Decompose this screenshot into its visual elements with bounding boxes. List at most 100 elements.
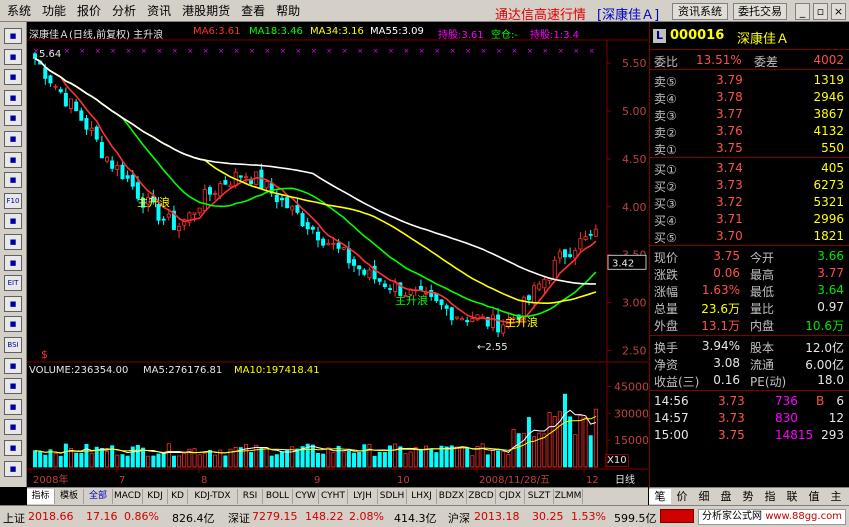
close-button[interactable]: ×	[831, 3, 846, 20]
chart-canvas[interactable]: 5.505.004.504.003.503.002.503.42××××××××…	[27, 22, 648, 487]
toolbar-window-icon[interactable]: ■	[4, 316, 22, 333]
toolbar-tick-icon[interactable]: ■	[4, 131, 22, 147]
menu-6[interactable]: 查看	[236, 3, 270, 19]
volume-bar	[321, 453, 326, 468]
right-tab-2[interactable]: 细	[693, 489, 715, 504]
tab-kd[interactable]: KD	[168, 489, 188, 504]
fund-label-2: 流通	[750, 358, 775, 372]
tab-kdj-tdx[interactable]: KDJ-TDX	[188, 489, 238, 504]
right-tab-8[interactable]: 主	[825, 489, 847, 504]
high-price-label: 5.64	[39, 49, 62, 60]
right-tab-1[interactable]: 价	[671, 489, 693, 504]
tab-指标[interactable]: 指标	[27, 489, 55, 504]
toolbar-bsi-icon[interactable]: BSI	[4, 337, 22, 353]
menu-1[interactable]: 功能	[37, 3, 71, 19]
sh-label: 上证	[3, 512, 25, 525]
toolbar-tools-icon[interactable]: ■	[4, 419, 22, 436]
l-badge-icon: L	[653, 29, 666, 43]
trade-button[interactable]: 委托交易	[733, 3, 787, 20]
volume-bar	[454, 446, 459, 468]
low-price-label: ←2.55	[477, 342, 508, 353]
tab-zbcd[interactable]: ZBCD	[467, 489, 496, 504]
ma34-legend: MA34:3.16	[310, 26, 364, 37]
candle-body	[393, 282, 398, 292]
tick-time: 14:57	[654, 411, 689, 425]
right-tab-3[interactable]: 盘	[715, 489, 737, 504]
tab-lhxj[interactable]: LHXJ	[407, 489, 437, 504]
signal-marker: ×	[434, 47, 440, 55]
toolbar-chart-icon[interactable]: ■	[4, 295, 22, 312]
right-tab-5[interactable]: 指	[759, 489, 781, 504]
menu-7[interactable]: 帮助	[271, 3, 305, 19]
toolbar-eit-icon[interactable]: EIT	[4, 275, 22, 292]
menu-4[interactable]: 资讯	[142, 3, 176, 19]
tab-sdlh[interactable]: SDLH	[378, 489, 407, 504]
volume-bar	[403, 453, 408, 468]
sell-label: 卖②	[654, 126, 677, 140]
toolbar-grid-icon[interactable]: ■	[4, 28, 22, 44]
candle-body	[192, 212, 197, 215]
right-tab-6[interactable]: 联	[781, 489, 803, 504]
toolbar-link-icon[interactable]: ■	[4, 378, 22, 395]
hs-change: 30.25	[532, 510, 564, 523]
buy-price: 3.73	[716, 178, 743, 192]
tab-macd[interactable]: MACD	[113, 489, 143, 504]
toolbar-pen-icon[interactable]: ■	[4, 357, 22, 374]
signal-marker: ×	[589, 47, 595, 55]
divider	[650, 335, 849, 336]
volume-bar	[264, 447, 269, 468]
kline-chart[interactable]: 5.505.004.504.003.503.002.503.42××××××××…	[27, 22, 648, 487]
tab-rsi[interactable]: RSI	[238, 489, 263, 504]
fund-value-2: 6.00亿	[805, 358, 844, 372]
fund-label-2: PE(动)	[750, 375, 787, 389]
minimize-button[interactable]: _	[795, 3, 810, 20]
stat-label-2: 最低	[750, 285, 775, 299]
candle-body	[202, 189, 207, 211]
toolbar-flag-icon[interactable]: ■	[4, 460, 22, 477]
toolbar-notes-icon[interactable]: ■	[4, 151, 22, 168]
menu-3[interactable]: 分析	[107, 3, 141, 19]
toolbar-layout-icon[interactable]: ■	[4, 254, 22, 271]
toolbar-search-icon[interactable]: ■	[4, 172, 22, 189]
tab-bdzx[interactable]: BDZX	[437, 489, 467, 504]
tab-cjdx[interactable]: CJDX	[496, 489, 525, 504]
fund-value-2: 18.0	[817, 373, 844, 387]
toolbar-text-icon[interactable]: ■	[4, 234, 22, 250]
volume-bar	[444, 446, 449, 468]
menu-0[interactable]: 系统	[2, 3, 36, 19]
menu-2[interactable]: 报价	[72, 3, 106, 19]
volume-bar	[58, 455, 63, 468]
toolbar-info-icon[interactable]: ■	[4, 213, 22, 230]
toolbar-bar-chart-icon[interactable]: ■	[4, 89, 22, 106]
tab-全部[interactable]: 全部	[84, 489, 113, 504]
tab-cyht[interactable]: CYHT	[319, 489, 348, 504]
toolbar-line-chart-icon[interactable]: ■	[4, 48, 22, 65]
restore-button[interactable]: ▫	[813, 3, 828, 20]
toolbar-dollar-icon[interactable]: ■	[4, 398, 22, 415]
toolbar-f10-icon[interactable]: F10	[4, 192, 22, 209]
tab-模板[interactable]: 模板	[55, 489, 84, 504]
sz-value: 7279.15	[252, 510, 298, 523]
tab-cyw[interactable]: CYW	[293, 489, 319, 504]
toolbar-table-icon[interactable]: ■	[4, 69, 22, 86]
tab-lyjh[interactable]: LYJH	[348, 489, 378, 504]
toolbar-list-icon[interactable]: ■	[4, 110, 22, 127]
volume-bar	[166, 443, 171, 468]
candle-body	[305, 222, 310, 230]
tab-slzt[interactable]: SLZT	[525, 489, 554, 504]
candle-body	[197, 207, 202, 214]
tab-boll[interactable]: BOLL	[263, 489, 293, 504]
volume-bar	[233, 447, 238, 468]
tab-zlmm[interactable]: ZLMM	[554, 489, 583, 504]
right-tab-7[interactable]: 值	[803, 489, 825, 504]
volume-bar	[490, 449, 495, 468]
tab-kdj[interactable]: KDJ	[143, 489, 168, 504]
info-system-button[interactable]: 资讯系统	[672, 3, 728, 20]
volume-bar	[336, 445, 341, 468]
volume-bar	[562, 393, 567, 468]
right-tab-0[interactable]: 笔	[649, 489, 671, 504]
right-tab-4[interactable]: 势	[737, 489, 759, 504]
toolbar-web-icon[interactable]: ■	[4, 440, 22, 456]
menu-5[interactable]: 港股期货	[177, 3, 235, 19]
fund-value: 3.94%	[701, 339, 740, 353]
